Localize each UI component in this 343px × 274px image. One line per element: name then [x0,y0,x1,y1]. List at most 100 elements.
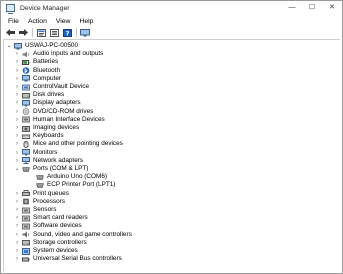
tree-item-print-queues[interactable]: › Print queues [14,190,69,198]
tree-item-ecp-printer-port-lpt1[interactable]: ECP Printer Port (LPT1) [28,181,115,189]
tree-item-software-devices[interactable]: › Software devices [14,222,82,230]
tree-item-storage-controllers[interactable]: › Storage controllers [14,239,87,247]
tree-item-label: System devices [33,247,78,255]
expand-chevron-icon[interactable]: › [14,140,20,148]
processor-icon [22,198,30,205]
bluetooth-icon [22,67,30,74]
expand-chevron-icon[interactable]: › [14,108,20,116]
tree-item-audio-inputs-and-outputs[interactable]: › Audio inputs and outputs [14,50,103,58]
tree-item-display-adapters[interactable]: › Display adapters [14,99,81,107]
tree-item-label: Bluetooth [33,66,61,74]
software-device-icon [22,223,30,230]
system-device-icon [22,247,30,255]
expand-chevron-icon[interactable]: › [14,198,20,206]
controlvault-icon [22,84,30,91]
computer-icon [14,42,22,50]
expand-chevron-icon[interactable]: › [14,222,20,230]
monitor-icon[interactable] [80,28,90,37]
expand-chevron-icon[interactable]: › [14,149,20,157]
sound-icon [22,231,30,238]
expand-chevron-icon[interactable]: › [14,99,20,107]
tree-item-smart-card-readers[interactable]: › Smart card readers [14,214,88,222]
tree-item-label: Human Interface Devices [33,115,105,123]
tree-item-label: Print queues [33,189,69,197]
expand-chevron-icon[interactable]: › [14,124,20,132]
tree-item-sound-video-and-game-controllers[interactable]: › Sound, video and game controllers [14,231,132,239]
expand-chevron-icon[interactable]: › [14,214,20,222]
tree-item-batteries[interactable]: › Batteries [14,58,58,66]
expand-chevron-icon[interactable]: › [14,50,20,58]
expand-chevron-icon[interactable]: › [14,231,20,239]
toolbar-separator [32,28,33,37]
speaker-icon [22,51,30,58]
dvd-icon [22,108,30,115]
menu-help[interactable]: Help [79,18,93,25]
tree-item-label: Computer [33,74,62,82]
title-bar[interactable]: Device Manager — ☐ ✕ [1,1,342,15]
expand-chevron-icon[interactable]: › [14,247,20,255]
expand-chevron-icon[interactable]: › [14,132,20,140]
expand-chevron-icon[interactable]: › [14,116,20,124]
maximize-button[interactable]: ☐ [302,1,322,15]
tree-item-label: DVD/CD-ROM drives [33,107,94,115]
close-button[interactable]: ✕ [322,1,342,15]
tree-root-computer[interactable]: ⌄ USWAJ-PC-00500 [6,42,78,50]
tree-item-disk-drives[interactable]: › Disk drives [14,91,64,99]
tree-item-keyboards[interactable]: › Keyboards [14,132,64,140]
expand-chevron-icon[interactable]: › [14,83,20,91]
tree-item-computer[interactable]: › Computer [14,75,61,83]
hid-icon [22,116,30,123]
tree-item-monitors[interactable]: › Monitors [14,149,58,157]
collapse-chevron-icon[interactable]: ⌄ [6,42,12,50]
tree-item-controlvault-device[interactable]: › ControlVault Device [14,83,89,91]
expand-chevron-icon[interactable]: › [14,58,20,66]
device-tree[interactable]: ⌄ USWAJ-PC-00500 › Audio inputs and outputs… [3,39,340,271]
tree-item-ports-com-lpt[interactable]: ⌄ Ports (COM & LPT) [14,165,88,173]
back-icon[interactable] [5,28,15,37]
tree-item-dvd-cd-rom-drives[interactable]: › DVD/CD-ROM drives [14,108,93,116]
sensor-icon [22,207,30,214]
tree-item-mice-and-other-pointing-devices[interactable]: › Mice and other pointing devices [14,140,123,148]
tree-item-label: Network adapters [33,156,84,164]
monitor-icon [22,149,30,156]
expand-chevron-icon[interactable]: › [14,157,20,165]
menu-view[interactable]: View [56,18,71,25]
port-icon [36,182,44,189]
expand-chevron-icon[interactable]: › [14,190,20,198]
tree-item-sensors[interactable]: › Sensors [14,206,56,214]
tree-item-bluetooth[interactable]: › Bluetooth [14,67,60,75]
expand-chevron-icon[interactable]: › [14,206,20,214]
expand-chevron-icon[interactable]: › [14,75,20,83]
tree-item-network-adapters[interactable]: › Network adapters [14,157,83,165]
tree-item-processors[interactable]: › Processors [14,198,65,206]
tree-item-label: Keyboards [33,132,64,140]
menu-action[interactable]: Action [28,18,47,25]
expand-chevron-icon[interactable]: › [14,67,20,75]
expand-chevron-icon[interactable]: › [14,255,20,263]
expand-chevron-icon[interactable]: › [14,239,20,247]
forward-icon[interactable] [18,28,28,37]
device-manager-window: Device Manager — ☐ ✕ File Action View He… [0,0,343,274]
network-icon [22,157,30,165]
tree-item-label: Monitors [33,148,58,156]
camera-icon [22,125,30,132]
expand-chevron-icon[interactable]: › [14,91,20,99]
tree-item-arduino-uno-com6[interactable]: Arduino Uno (COM6) [28,173,107,181]
help-icon[interactable]: ? [62,28,72,37]
tree-item-imaging-devices[interactable]: › Imaging devices [14,124,79,132]
battery-icon [22,59,30,66]
disk-icon [22,92,30,99]
menu-file[interactable]: File [8,18,19,25]
tree-item-label: Ports (COM & LPT) [33,165,89,173]
properties-icon[interactable] [36,28,46,37]
tree-item-system-devices[interactable]: › System devices [14,247,78,255]
tree-item-universal-serial-bus-controllers[interactable]: › Universal Serial Bus controllers [14,255,122,263]
svg-text:?: ? [65,29,69,37]
collapse-chevron-icon[interactable]: ⌄ [14,165,20,173]
minimize-button[interactable]: — [282,1,302,15]
device-manager-icon [6,4,15,14]
tree-item-human-interface-devices[interactable]: › Human Interface Devices [14,116,105,124]
properties-list-icon[interactable] [49,28,59,37]
